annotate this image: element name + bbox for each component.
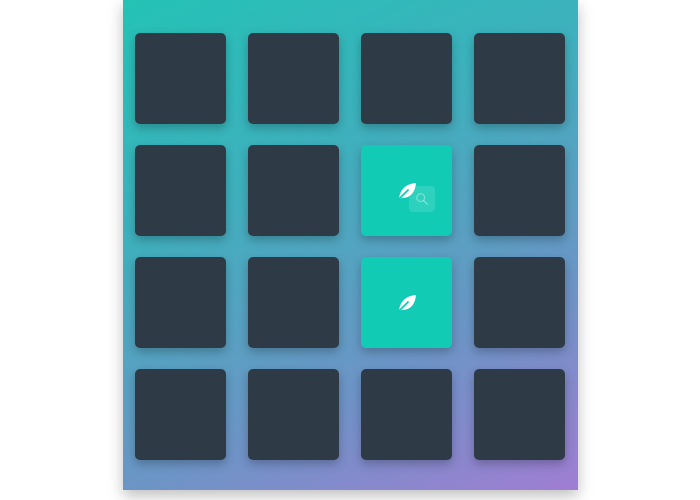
magnifier-icon: [409, 186, 435, 212]
game-board: [123, 0, 578, 490]
memory-card[interactable]: [474, 33, 565, 124]
memory-card[interactable]: [248, 33, 339, 124]
leaf-icon: [395, 291, 419, 315]
memory-card[interactable]: [135, 145, 226, 236]
memory-card[interactable]: [248, 369, 339, 460]
memory-card[interactable]: [474, 257, 565, 348]
memory-card[interactable]: [361, 33, 452, 124]
memory-card[interactable]: [248, 257, 339, 348]
card-grid: [135, 33, 565, 460]
memory-card[interactable]: [361, 257, 452, 348]
memory-card[interactable]: [248, 145, 339, 236]
memory-card[interactable]: [361, 369, 452, 460]
memory-card[interactable]: [474, 145, 565, 236]
memory-card[interactable]: [135, 257, 226, 348]
memory-card[interactable]: [474, 369, 565, 460]
memory-card[interactable]: [135, 369, 226, 460]
memory-card[interactable]: [135, 33, 226, 124]
memory-card[interactable]: [361, 145, 452, 236]
